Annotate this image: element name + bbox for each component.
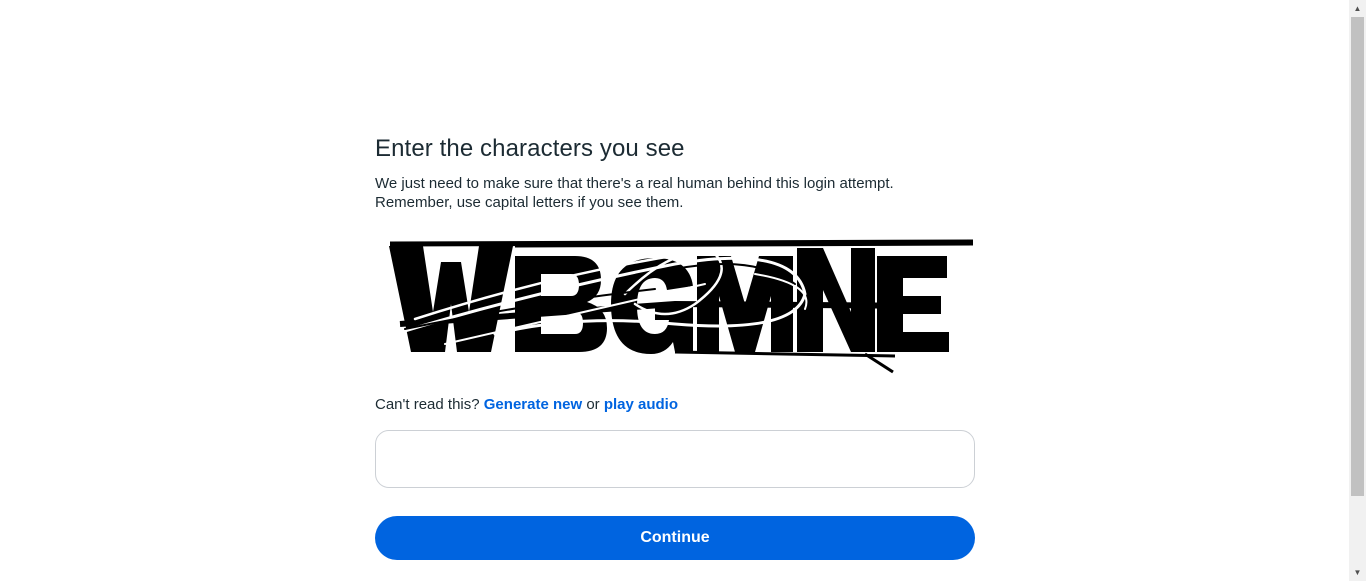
scroll-thumb[interactable] xyxy=(1351,17,1364,496)
description-line-2: Remember, use capital letters if you see… xyxy=(375,194,684,211)
help-prefix: Can't read this? xyxy=(375,396,480,413)
captcha-input-container xyxy=(375,430,975,488)
page-description: We just need to make sure that there's a… xyxy=(375,174,975,212)
scroll-down-arrow-icon[interactable]: ▼ xyxy=(1349,564,1366,581)
help-or: or xyxy=(586,396,600,413)
continue-button[interactable]: Continue xyxy=(375,516,975,560)
scroll-up-arrow-icon[interactable]: ▲ xyxy=(1349,0,1366,17)
captcha-input[interactable] xyxy=(376,431,974,487)
page-viewport: Enter the characters you see We just nee… xyxy=(0,0,1366,581)
captcha-form: Enter the characters you see We just nee… xyxy=(375,133,975,560)
play-audio-link[interactable]: play audio xyxy=(604,396,678,413)
generate-new-link[interactable]: Generate new xyxy=(484,396,582,413)
page-title: Enter the characters you see xyxy=(375,135,685,162)
vertical-scrollbar[interactable]: ▲ ▼ xyxy=(1349,0,1366,581)
captcha-image xyxy=(375,234,975,379)
description-line-1: We just need to make sure that there's a… xyxy=(375,175,894,192)
captcha-help-text: Can't read this? Generate new or play au… xyxy=(375,395,975,415)
